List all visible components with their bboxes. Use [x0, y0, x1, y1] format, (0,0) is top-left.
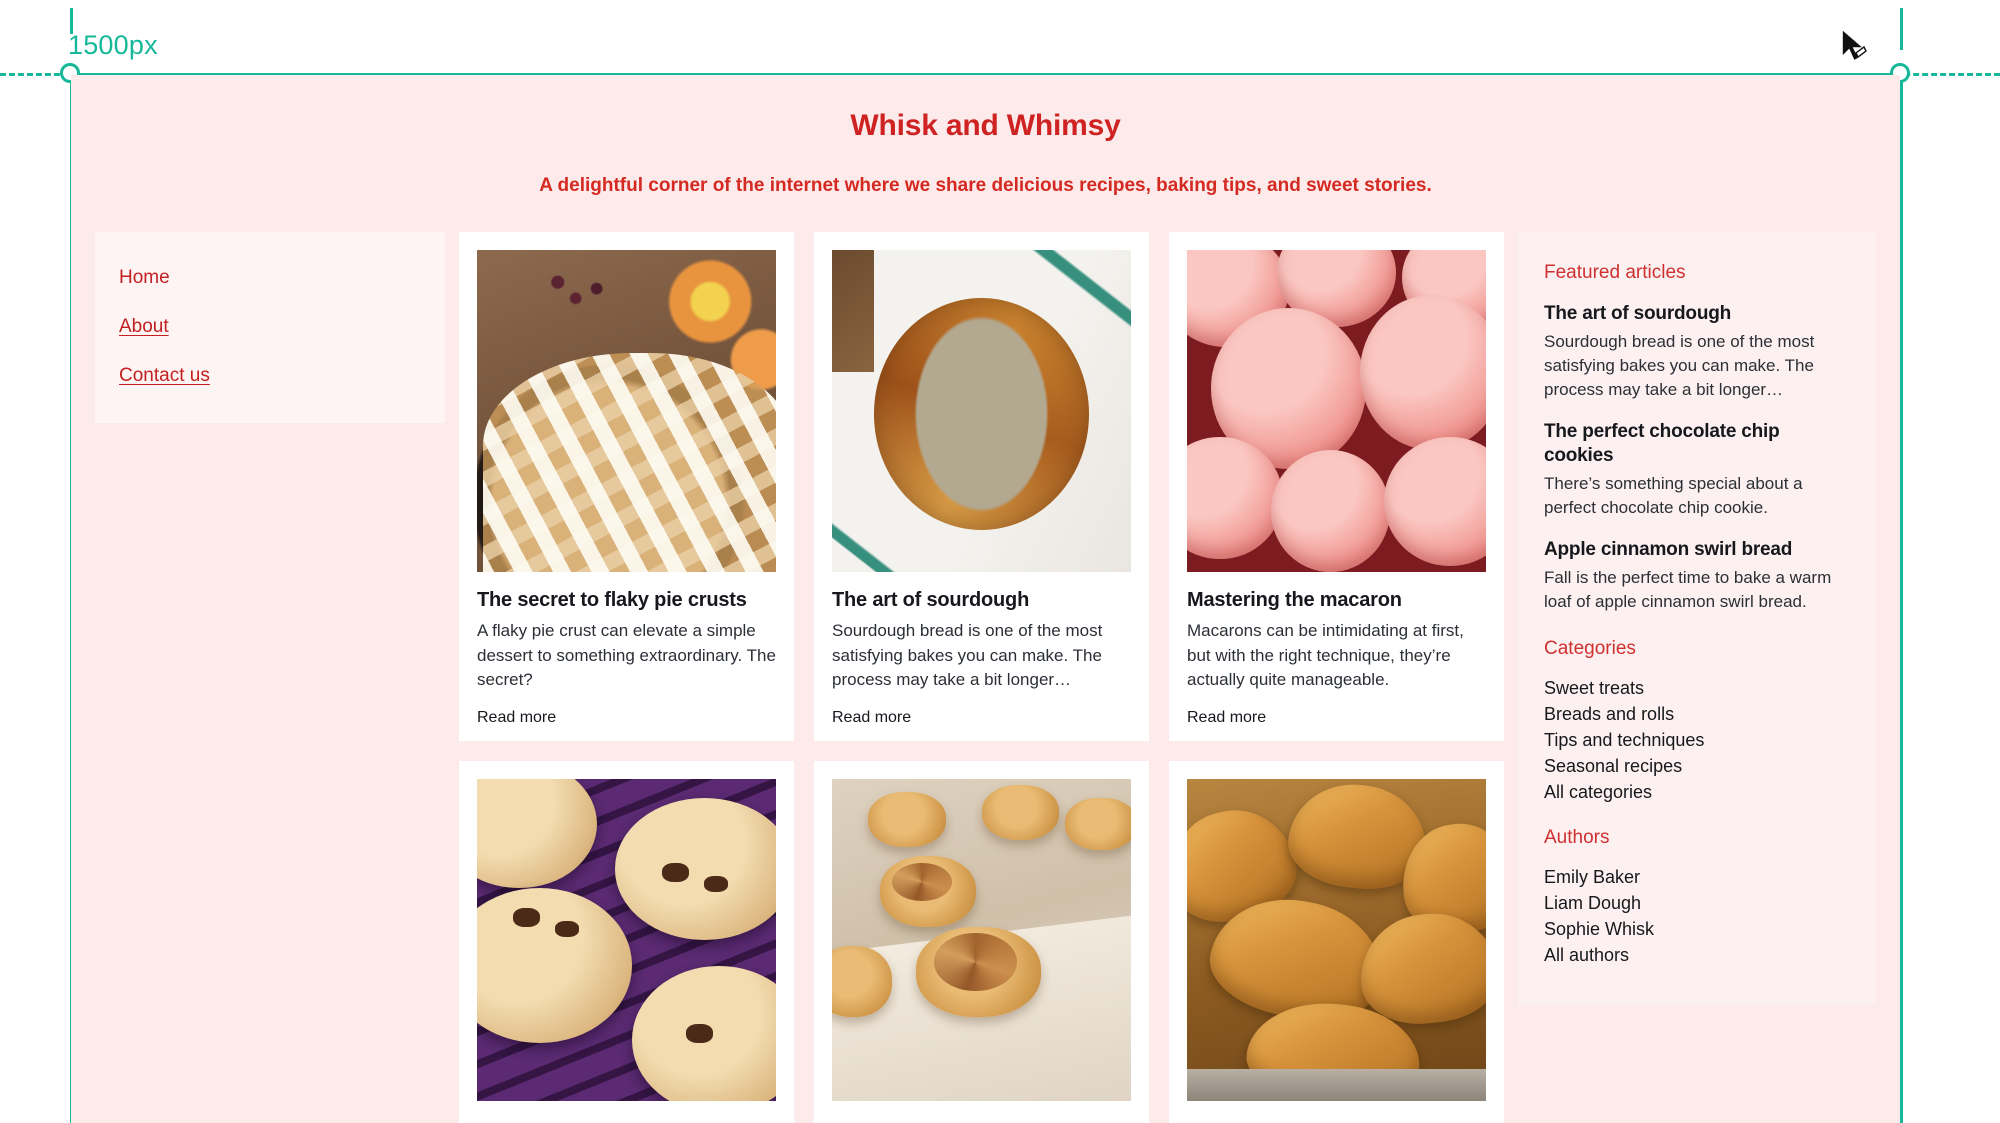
featured-article-title: Apple cinnamon swirl bread	[1544, 538, 1793, 560]
list-item: All authors	[1544, 945, 1850, 966]
article-excerpt: Macarons can be intimidating at first, b…	[1187, 621, 1464, 690]
list-item: Emily Baker	[1544, 867, 1850, 888]
page-layout: Home About Contact us The secret to flak…	[71, 232, 1900, 1123]
nav-link-about[interactable]: About	[119, 316, 169, 337]
article-card-body	[477, 1101, 776, 1123]
article-thumbnail-cookies	[477, 778, 776, 1101]
featured-article-excerpt: Sourdough bread is one of the most satis…	[1544, 331, 1815, 399]
nav-link-home[interactable]: Home	[119, 267, 170, 288]
article-card[interactable]	[459, 760, 794, 1123]
author-link-sophie-whisk[interactable]: Sophie Whisk	[1544, 919, 1654, 939]
nav-list: Home About Contact us	[119, 267, 421, 387]
article-thumbnail-cinnamon-rolls	[832, 778, 1131, 1101]
featured-article-excerpt: There’s something special about a perfec…	[1544, 473, 1803, 517]
article-card-body: Mastering the macaron Macarons can be in…	[1187, 572, 1486, 727]
article-grid: The secret to flaky pie crusts A flaky p…	[459, 232, 1504, 1123]
read-more-link[interactable]: Read more	[1187, 709, 1266, 727]
author-link-liam-dough[interactable]: Liam Dough	[1544, 893, 1641, 913]
article-card[interactable]: Mastering the macaron Macarons can be in…	[1169, 232, 1504, 741]
mouse-cursor-icon	[1841, 27, 1867, 63]
article-thumbnail-croissants	[1187, 778, 1486, 1101]
list-item: Tips and techniques	[1544, 730, 1850, 751]
article-card[interactable]: The art of sourdough Sourdough bread is …	[814, 232, 1149, 741]
authors-list: Emily Baker Liam Dough Sophie Whisk All …	[1544, 867, 1850, 966]
article-card-body: The art of sourdough Sourdough bread is …	[832, 572, 1131, 727]
article-thumbnail-sourdough	[832, 250, 1131, 572]
page-title: Whisk and Whimsy	[850, 109, 1121, 142]
article-excerpt: A flaky pie crust can elevate a simple d…	[477, 621, 776, 690]
category-link-breads-and-rolls[interactable]: Breads and rolls	[1544, 704, 1674, 724]
read-more-link[interactable]: Read more	[477, 709, 556, 727]
article-title: Mastering the macaron	[1187, 589, 1402, 611]
article-excerpt: Sourdough bread is one of the most satis…	[832, 621, 1103, 690]
featured-article-title: The perfect chocolate chip cookies	[1544, 421, 1780, 466]
list-item: Sweet treats	[1544, 678, 1850, 699]
list-item: Breads and rolls	[1544, 704, 1850, 725]
category-link-tips-and-techniques[interactable]: Tips and techniques	[1544, 730, 1704, 750]
featured-article-excerpt: Fall is the perfect time to bake a warm …	[1544, 567, 1832, 611]
featured-article-item[interactable]: The perfect chocolate chip cookies There…	[1544, 420, 1850, 520]
author-link-emily-baker[interactable]: Emily Baker	[1544, 867, 1640, 887]
list-item: Seasonal recipes	[1544, 756, 1850, 777]
list-item: Liam Dough	[1544, 893, 1850, 914]
category-link-sweet-treats[interactable]: Sweet treats	[1544, 678, 1644, 698]
article-title: The secret to flaky pie crusts	[477, 589, 747, 611]
site-header: Whisk and Whimsy A delightful corner of …	[71, 75, 1900, 197]
nav-item-contact-us: Contact us	[119, 365, 421, 387]
article-card-body	[1187, 1101, 1486, 1123]
article-thumbnail-pie	[477, 250, 776, 572]
featured-article-item[interactable]: Apple cinnamon swirl bread Fall is the p…	[1544, 538, 1850, 614]
viewport-width-label: 1500px	[68, 30, 158, 60]
nav-item-about: About	[119, 316, 421, 338]
article-title: The art of sourdough	[832, 589, 1030, 611]
article-card-body	[832, 1101, 1131, 1123]
site-tagline: A delightful corner of the internet wher…	[539, 175, 1432, 196]
featured-articles-heading: Featured articles	[1544, 262, 1686, 283]
article-grid-region: The secret to flaky pie crusts A flaky p…	[459, 232, 1504, 1123]
article-card[interactable]	[814, 760, 1149, 1123]
article-card[interactable]: The secret to flaky pie crusts A flaky p…	[459, 232, 794, 741]
article-card[interactable]	[1169, 760, 1504, 1123]
author-link-all-authors[interactable]: All authors	[1544, 945, 1629, 965]
primary-navigation: Home About Contact us	[95, 232, 445, 423]
article-thumbnail-macaron	[1187, 250, 1486, 572]
read-more-link[interactable]: Read more	[832, 709, 911, 727]
screenshot-root: 1500px Whisk and Whimsy A delightful cor…	[0, 0, 2000, 1123]
categories-heading: Categories	[1544, 637, 1636, 659]
list-item: Sophie Whisk	[1544, 919, 1850, 940]
article-card-body: The secret to flaky pie crusts A flaky p…	[477, 572, 776, 727]
website-canvas: Whisk and Whimsy A delightful corner of …	[71, 75, 1900, 1123]
featured-article-item[interactable]: The art of sourdough Sourdough bread is …	[1544, 302, 1850, 402]
nav-item-home: Home	[119, 267, 421, 289]
authors-heading: Authors	[1544, 826, 1610, 848]
categories-list: Sweet treats Breads and rolls Tips and t…	[1544, 678, 1850, 803]
sidebar: Featured articles The art of sourdough S…	[1518, 232, 1876, 1005]
featured-article-title: The art of sourdough	[1544, 303, 1732, 324]
category-link-seasonal-recipes[interactable]: Seasonal recipes	[1544, 756, 1682, 776]
guide-line-right	[1900, 73, 1903, 1123]
nav-link-contact-us[interactable]: Contact us	[119, 365, 210, 386]
category-link-all-categories[interactable]: All categories	[1544, 782, 1652, 802]
list-item: All categories	[1544, 782, 1850, 803]
guide-tick-right	[1900, 8, 1903, 50]
